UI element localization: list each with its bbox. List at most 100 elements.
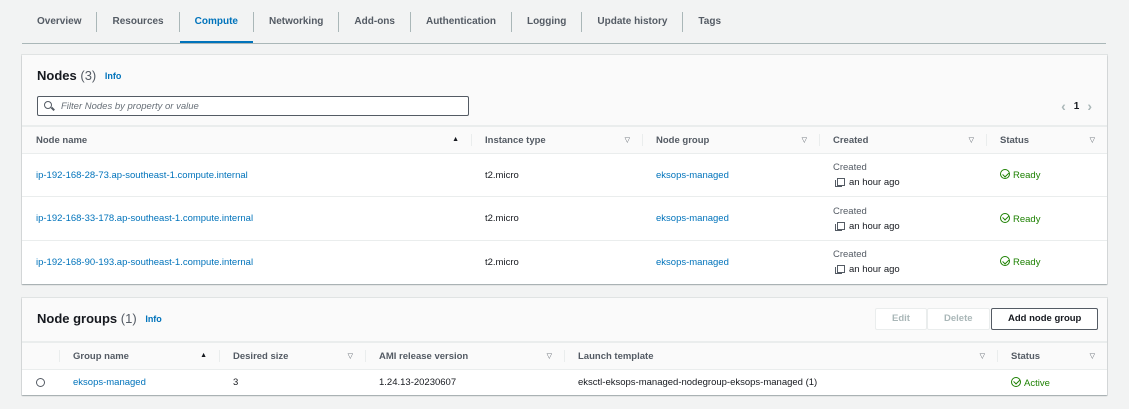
- launch-template: eksctl-eksops-managed-nodegroup-eksops-m…: [578, 377, 818, 389]
- node-groups-panel: Node groups (1) Info Edit Delete Add nod…: [22, 298, 1107, 395]
- tab-overview[interactable]: Overview: [22, 11, 98, 32]
- nodes-table: Node name ▲ Instance type ▽ Node group ▽ Cr…: [22, 126, 1107, 284]
- col-desired-size-label: Desired size: [233, 350, 289, 362]
- created-time: an hour ago: [849, 220, 900, 232]
- status-text: Ready: [1013, 213, 1041, 225]
- node-groups-panel-header: Node groups (1) Info Edit Delete Add nod…: [22, 298, 1107, 342]
- col-status-label: Status: [1011, 350, 1041, 362]
- tab-authentication[interactable]: Authentication: [411, 11, 512, 32]
- sort-icon[interactable]: ▽: [348, 352, 353, 360]
- status-badge: Active: [997, 370, 1107, 396]
- status-text: Ready: [1013, 170, 1041, 181]
- col-ami-label: AMI release version: [379, 350, 469, 362]
- tab-compute[interactable]: Compute: [179, 11, 254, 43]
- node-name-link[interactable]: ip-192-168-28-73.ap-southeast-1.compute.…: [36, 170, 248, 181]
- sort-icon[interactable]: ▽: [1090, 136, 1095, 144]
- sort-icon[interactable]: ▽: [802, 136, 807, 144]
- sort-icon[interactable]: ▽: [980, 352, 985, 360]
- created-cell: Created an hour ago: [819, 153, 986, 197]
- col-status[interactable]: Status ▽: [986, 126, 1107, 154]
- created-time: an hour ago: [849, 264, 900, 276]
- col-desired-size[interactable]: Desired size ▽: [219, 342, 365, 370]
- column-separator: [819, 134, 820, 146]
- table-row: ip-192-168-33-178.ap-southeast-1.compute…: [22, 196, 1107, 241]
- col-status[interactable]: Status ▽: [997, 342, 1107, 370]
- tab-resources[interactable]: Resources: [97, 11, 180, 32]
- sort-icon[interactable]: ▽: [1090, 352, 1095, 360]
- nodes-title: Nodes (3) Info: [37, 68, 121, 83]
- row-select-radio[interactable]: [36, 378, 45, 388]
- edit-button[interactable]: Edit: [875, 308, 927, 330]
- node-groups-title-text: Node groups: [37, 311, 118, 326]
- col-instance-type-label: Instance type: [485, 134, 546, 146]
- tab-logging[interactable]: Logging: [512, 11, 583, 32]
- col-status-label: Status: [1000, 134, 1030, 146]
- sort-icon[interactable]: ▽: [625, 136, 630, 144]
- nodes-count: (3): [80, 68, 97, 83]
- tab-update-history[interactable]: Update history: [582, 11, 684, 32]
- node-groups-count: (1): [120, 311, 137, 326]
- col-group-name[interactable]: Group name ▲: [59, 342, 219, 370]
- ami-release-version: 1.24.13-20230607: [379, 377, 457, 389]
- column-separator: [564, 350, 565, 362]
- col-launch-template-label: Launch template: [578, 350, 654, 362]
- copy-icon[interactable]: [835, 221, 845, 231]
- nodes-search-input[interactable]: [61, 100, 461, 112]
- column-separator: [997, 350, 998, 362]
- column-separator: [59, 350, 60, 362]
- status-text: Ready: [1013, 257, 1041, 269]
- copy-icon[interactable]: [835, 265, 845, 275]
- status-text: Active: [1024, 377, 1050, 389]
- page-number[interactable]: 1: [1074, 101, 1080, 112]
- col-ami-release-version[interactable]: AMI release version ▽: [365, 342, 564, 370]
- tab-add-ons[interactable]: Add-ons: [339, 11, 411, 32]
- created-label: Created: [833, 249, 867, 261]
- col-node-name[interactable]: Node name ▲: [22, 126, 471, 154]
- node-name-link[interactable]: ip-192-168-90-193.ap-southeast-1.compute…: [36, 257, 253, 268]
- node-name-link[interactable]: ip-192-168-33-178.ap-southeast-1.compute…: [36, 213, 253, 224]
- check-circle-icon: [1000, 169, 1010, 179]
- chevron-right-icon[interactable]: ›: [1087, 99, 1092, 113]
- search-icon: [44, 100, 55, 112]
- copy-icon[interactable]: [835, 178, 845, 187]
- group-name-link[interactable]: eksops-managed: [73, 377, 146, 388]
- nodes-panel: Nodes (3) Info ‹ 1 › Node name ▲ Instance…: [22, 55, 1107, 284]
- delete-button[interactable]: Delete: [927, 308, 990, 330]
- created-label: Created: [833, 162, 867, 173]
- col-created-label: Created: [833, 134, 869, 146]
- column-separator: [986, 134, 987, 146]
- instance-type: t2.micro: [485, 256, 519, 268]
- column-separator: [471, 134, 472, 146]
- column-separator: [365, 350, 366, 362]
- created-cell: Created an hour ago: [819, 241, 986, 284]
- node-groups-info-link[interactable]: Info: [145, 314, 162, 324]
- node-group-link[interactable]: eksops-managed: [656, 170, 729, 181]
- created-time: an hour ago: [849, 177, 900, 188]
- col-node-name-label: Node name: [36, 134, 88, 146]
- sort-icon[interactable]: ▽: [969, 136, 974, 144]
- table-row: eksops-managed 3 1.24.13-20230607 eksctl…: [22, 370, 1107, 396]
- tab-tags[interactable]: Tags: [683, 12, 736, 32]
- sort-ascending-icon[interactable]: ▲: [452, 136, 459, 143]
- nodes-info-link[interactable]: Info: [105, 71, 122, 81]
- nodes-pagination: ‹ 1 ›: [1061, 99, 1092, 113]
- node-group-link[interactable]: eksops-managed: [656, 257, 729, 268]
- col-instance-type[interactable]: Instance type ▽: [471, 126, 642, 154]
- col-created[interactable]: Created ▽: [819, 126, 986, 154]
- nodes-search-box[interactable]: [37, 96, 469, 116]
- chevron-left-icon[interactable]: ‹: [1061, 99, 1066, 113]
- status-badge: Ready: [986, 196, 1107, 241]
- col-node-group[interactable]: Node group ▽: [642, 126, 819, 154]
- instance-type: t2.micro: [471, 153, 642, 197]
- node-group-link[interactable]: eksops-managed: [656, 213, 729, 224]
- add-node-group-button[interactable]: Add node group: [991, 308, 1099, 330]
- desired-size: 3: [233, 377, 239, 389]
- table-row: ip-192-168-28-73.ap-southeast-1.compute.…: [22, 153, 1107, 197]
- column-separator: [642, 134, 643, 146]
- sort-ascending-icon[interactable]: ▲: [200, 352, 207, 359]
- tab-networking[interactable]: Networking: [254, 11, 340, 32]
- nodes-panel-header: Nodes (3) Info ‹ 1 ›: [22, 55, 1107, 126]
- status-badge: Ready: [986, 241, 1107, 284]
- sort-icon[interactable]: ▽: [547, 352, 552, 360]
- col-launch-template[interactable]: Launch template ▽: [564, 342, 997, 370]
